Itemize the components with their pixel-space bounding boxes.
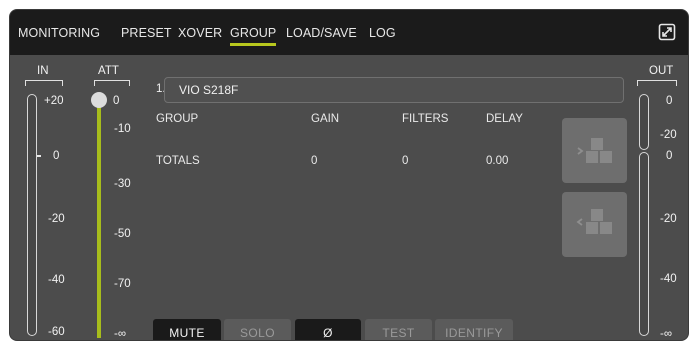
att-label: ATT bbox=[98, 65, 119, 77]
att-fader-knob[interactable] bbox=[91, 92, 107, 108]
out-scale-label: -20 bbox=[660, 213, 677, 225]
phase-invert-button[interactable]: Ø bbox=[295, 319, 361, 340]
tab-load-save[interactable]: LOAD/SAVE bbox=[286, 26, 357, 40]
in-scale-label: +20 bbox=[44, 95, 64, 107]
tab-log[interactable]: LOG bbox=[369, 26, 396, 40]
att-scale-label: -∞ bbox=[114, 328, 127, 340]
att-fader-track[interactable] bbox=[97, 102, 101, 338]
column-header-delay: DELAY bbox=[486, 113, 523, 125]
tab-monitoring[interactable]: MONITORING bbox=[18, 26, 100, 40]
out-scale-label: 0 bbox=[666, 95, 673, 107]
totals-delay: 0.00 bbox=[486, 155, 509, 167]
group-name-field[interactable]: VIO S218F bbox=[164, 77, 624, 103]
remove-from-group-icon bbox=[576, 209, 612, 234]
top-nav: MONITORING PRESET XOVER GROUP LOAD/SAVE … bbox=[10, 10, 688, 55]
out-scale-label: 0 bbox=[666, 150, 673, 162]
column-header-filters: FILTERS bbox=[402, 113, 449, 125]
column-header-gain: GAIN bbox=[311, 113, 340, 125]
solo-button[interactable]: SOLO bbox=[224, 319, 291, 340]
att-scale-label: -30 bbox=[114, 178, 131, 190]
device-panel: MONITORING PRESET XOVER GROUP LOAD/SAVE … bbox=[10, 10, 688, 340]
in-scale-label: -20 bbox=[48, 213, 65, 225]
in-level-meter bbox=[27, 94, 37, 336]
column-header-group: GROUP bbox=[156, 113, 199, 125]
in-label: IN bbox=[37, 65, 49, 77]
remove-from-group-button[interactable] bbox=[562, 192, 627, 257]
totals-filters: 0 bbox=[402, 155, 409, 167]
expand-icon[interactable] bbox=[658, 23, 676, 41]
tab-xover[interactable]: XOVER bbox=[178, 26, 222, 40]
att-scale-label: -10 bbox=[114, 123, 131, 135]
out-level-meter-a bbox=[639, 94, 649, 150]
test-button[interactable]: TEST bbox=[365, 319, 432, 340]
out-scale-label: -40 bbox=[660, 273, 677, 285]
out-scale-label: -20 bbox=[660, 129, 677, 141]
identify-button[interactable]: IDENTIFY bbox=[435, 319, 513, 340]
in-bracket bbox=[25, 80, 63, 86]
in-scale-label: -60 bbox=[48, 326, 65, 338]
tab-preset[interactable]: PRESET bbox=[121, 26, 172, 40]
assign-to-group-button[interactable] bbox=[562, 118, 627, 183]
mute-button[interactable]: MUTE bbox=[153, 319, 221, 340]
tab-group[interactable]: GROUP bbox=[230, 26, 277, 46]
out-label: OUT bbox=[649, 65, 674, 77]
att-scale-label: 0 bbox=[113, 95, 120, 107]
in-scale-label: -40 bbox=[48, 274, 65, 286]
out-scale-label: -∞ bbox=[660, 328, 673, 340]
att-scale-label: -70 bbox=[114, 278, 131, 290]
att-bracket bbox=[94, 80, 130, 86]
in-zero-tick bbox=[37, 155, 41, 157]
in-scale-label: 0 bbox=[53, 150, 60, 162]
totals-label: TOTALS bbox=[156, 155, 200, 167]
att-scale-label: -50 bbox=[114, 228, 131, 240]
totals-gain: 0 bbox=[311, 155, 318, 167]
out-bracket bbox=[637, 80, 677, 86]
out-level-meter-b bbox=[639, 152, 649, 336]
assign-to-group-icon bbox=[577, 138, 612, 163]
